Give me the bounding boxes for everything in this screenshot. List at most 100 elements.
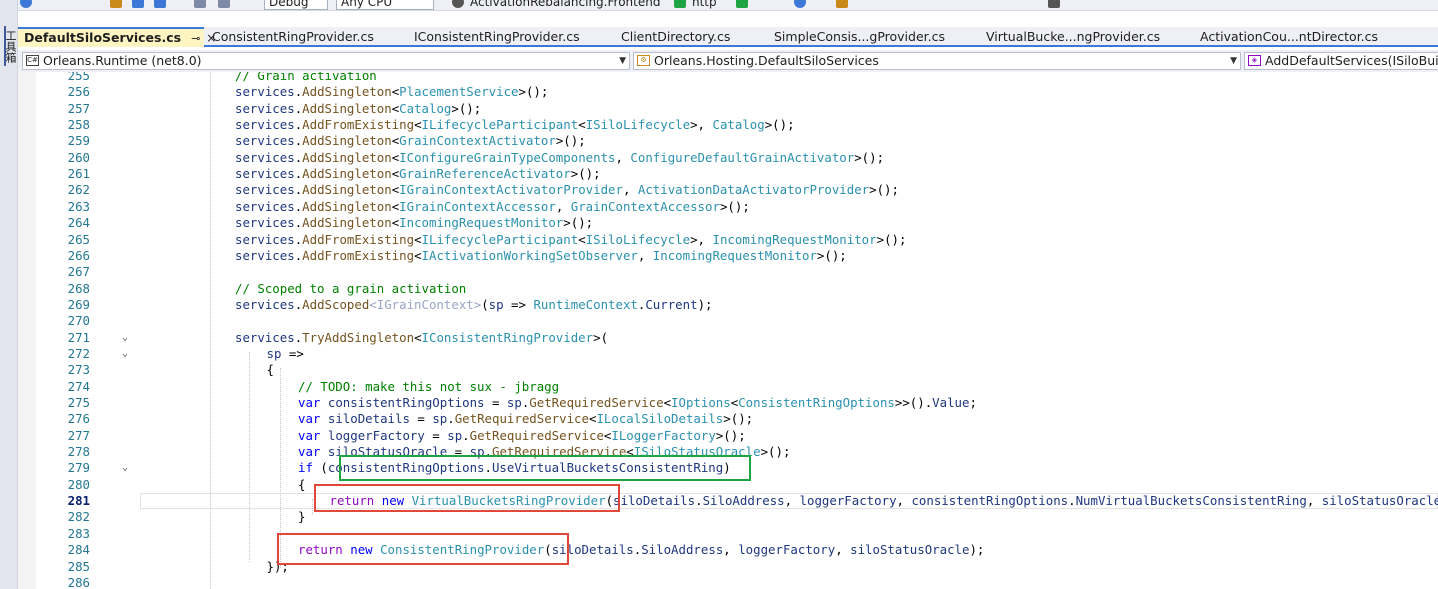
code-token: return — [329, 493, 375, 509]
code-line[interactable]: 285}); — [18, 559, 1438, 575]
indent-guide — [280, 368, 281, 568]
line-number: 268 — [67, 280, 90, 296]
code-line[interactable]: 279 ⌄ if (consistentRingOptions.UseVirtual… — [18, 460, 1438, 476]
line-number: 277 — [67, 427, 90, 443]
tab-simpleconsistentringprovider[interactable]: SimpleConsis...gProvider.cs — [768, 27, 951, 47]
code-token: SiloAddress — [702, 493, 785, 509]
line-number: 263 — [67, 198, 90, 214]
tab-clientdirectory[interactable]: ClientDirectory.cs — [615, 27, 736, 47]
platform-select[interactable]: Any CPU — [336, 0, 434, 10]
toolbox-strip[interactable]: 工具箱 — [0, 0, 18, 589]
code-line[interactable]: 257 services.AddSingleton<Catalog>(); — [18, 101, 1438, 117]
fold-toggle-icon[interactable]: ⌄ — [122, 346, 128, 362]
save-all-icon[interactable] — [154, 0, 166, 8]
code-line[interactable]: 272 ⌄ sp => — [18, 346, 1438, 362]
redo-icon[interactable] — [218, 0, 230, 8]
code-text: services.AddFromExisting<IActivationWork… — [235, 248, 847, 264]
gear-icon[interactable] — [452, 0, 464, 8]
code-line[interactable]: 276 var siloDetails = sp.GetRequiredServi… — [18, 411, 1438, 427]
bookmark-icon[interactable] — [1048, 0, 1060, 8]
code-line[interactable]: 270 — [18, 313, 1438, 329]
code-line[interactable]: 263 services.AddSingleton<IGrainContextAc… — [18, 199, 1438, 215]
code-text: // Grain activation — [235, 72, 377, 84]
code-line[interactable]: 286 — [18, 575, 1438, 589]
save-icon[interactable] — [132, 0, 144, 8]
tab-activationcountdirector[interactable]: ActivationCou...ntDirector.cs — [1194, 27, 1384, 47]
code-token: ConsistentRingOptions — [738, 395, 895, 410]
code-token: var — [298, 395, 321, 410]
code-token: . — [462, 427, 470, 443]
fold-toggle-icon[interactable]: ⌄ — [122, 460, 128, 476]
main-toolbar: Debug Any CPU ActivationRebalancing.Fron… — [18, 0, 1438, 11]
run-without-debug-icon[interactable] — [736, 0, 748, 8]
code-line[interactable]: 274 // TODO: make this not sux - jbragg — [18, 379, 1438, 395]
code-line[interactable]: 278 var siloStatusOracle = sp.GetRequired… — [18, 444, 1438, 460]
code-token: => — [503, 296, 534, 312]
code-token: ActivationDataActivatorProvider — [637, 182, 870, 198]
code-line[interactable]: 265 services.AddFromExisting<ILifecyclePa… — [18, 232, 1438, 248]
code-line[interactable]: 268 // Scoped to a grain activation — [18, 281, 1438, 297]
run-icon[interactable] — [674, 0, 686, 8]
code-token: < — [414, 329, 422, 345]
navigation-bar: C# Orleans.Runtime (net8.0) ▼ ⚙ Orleans.… — [18, 50, 1438, 72]
code-line[interactable]: 264 services.AddSingleton<IncomingRequest… — [18, 215, 1438, 231]
code-text: sp => — [267, 346, 304, 362]
line-number: 282 — [67, 509, 90, 525]
code-line[interactable]: 283 — [18, 526, 1438, 542]
code-token: AddSingleton — [302, 84, 392, 100]
code-line[interactable]: 273 { — [18, 362, 1438, 378]
code-line[interactable]: 277 var loggerFactory = sp.GetRequiredSer… — [18, 428, 1438, 444]
line-number: 286 — [67, 574, 90, 589]
code-token: IncomingRequestMonitor — [652, 247, 817, 263]
line-number: 279 — [67, 460, 90, 476]
line-number: 281 — [67, 493, 90, 509]
line-number: 278 — [67, 444, 90, 460]
code-line[interactable]: 280 { — [18, 477, 1438, 493]
line-number: 274 — [67, 378, 90, 394]
code-line[interactable]: 260 services.AddSingleton<IConfigureGrain… — [18, 150, 1438, 166]
code-line[interactable]: 269 services.AddScoped<IGrainContext>(sp … — [18, 297, 1438, 313]
code-token: < — [578, 231, 586, 247]
type-select[interactable]: ⚙ Orleans.Hosting.DefaultSiloServices ▼ — [633, 52, 1241, 70]
line-number: 270 — [67, 313, 90, 329]
code-line[interactable]: 267 — [18, 264, 1438, 280]
code-line[interactable]: 262 services.AddSingleton<IGrainContextAc… — [18, 182, 1438, 198]
tab-consistentringprovider[interactable]: ConsistentRingProvider.cs — [206, 27, 380, 47]
project-select[interactable]: C# Orleans.Runtime (net8.0) ▼ — [22, 52, 630, 70]
code-line[interactable]: 284 return new ConsistentRingProvider(sil… — [18, 542, 1438, 558]
code-token: ILifecycleParticipant — [421, 231, 579, 247]
back-icon[interactable] — [20, 0, 32, 8]
new-item-icon[interactable] — [110, 0, 122, 8]
fold-toggle-icon[interactable]: ⌄ — [122, 330, 128, 346]
tab-iconsistentringprovider[interactable]: IConsistentRingProvider.cs — [408, 27, 586, 47]
tab-defaultsiloservices[interactable]: DefaultSiloServices.cs ⊸ × — [18, 27, 216, 47]
startup-project-select[interactable]: ActivationRebalancing.Frontend — [470, 0, 660, 10]
code-token: , — [1306, 493, 1322, 509]
run-profile[interactable]: http — [692, 0, 717, 10]
find-icon[interactable] — [836, 0, 848, 8]
hot-reload-icon[interactable] — [794, 0, 806, 8]
code-line[interactable]: 275 var consistentRingOptions = sp.GetReq… — [18, 395, 1438, 411]
code-text: services.AddFromExisting<ILifecycleParti… — [235, 117, 795, 133]
code-line[interactable]: 271 ⌄ services.TryAddSingleton<IConsistent… — [18, 330, 1438, 346]
code-line[interactable]: 266 services.AddFromExisting<IActivationW… — [18, 248, 1438, 264]
code-text: var consistentRingOptions = sp.GetRequir… — [298, 395, 977, 411]
code-line[interactable]: 281 return new VirtualBucketsRingProvider… — [18, 493, 1438, 510]
code-line[interactable]: 259 services.AddSingleton<GrainContextAct… — [18, 133, 1438, 149]
toolbox-label[interactable]: 工具箱 — [2, 30, 17, 63]
tab-virtualbucketsringprovider[interactable]: VirtualBucke...ngProvider.cs — [980, 27, 1166, 47]
member-select[interactable]: ◈ AddDefaultServices(ISiloBuilder — [1244, 52, 1438, 70]
code-line[interactable]: 282} — [18, 509, 1438, 525]
undo-icon[interactable] — [194, 0, 206, 8]
code-token: loggerFactory — [738, 542, 836, 558]
configuration-select[interactable]: Debug — [264, 0, 328, 10]
code-text: services.AddSingleton<Catalog>(); — [235, 101, 481, 117]
code-token: sp — [488, 296, 504, 312]
code-editor[interactable]: 255// Grain activation 256 services.AddSin… — [18, 72, 1438, 589]
code-line[interactable]: 256 services.AddSingleton<PlacementServic… — [18, 84, 1438, 100]
code-line[interactable]: 258 services.AddFromExisting<ILifecyclePa… — [18, 117, 1438, 133]
code-line[interactable]: 261 services.AddSingleton<GrainReferenceA… — [18, 166, 1438, 182]
pin-icon[interactable]: ⊸ — [191, 30, 200, 47]
code-line[interactable]: 255 // Grain activation — [18, 72, 1438, 84]
